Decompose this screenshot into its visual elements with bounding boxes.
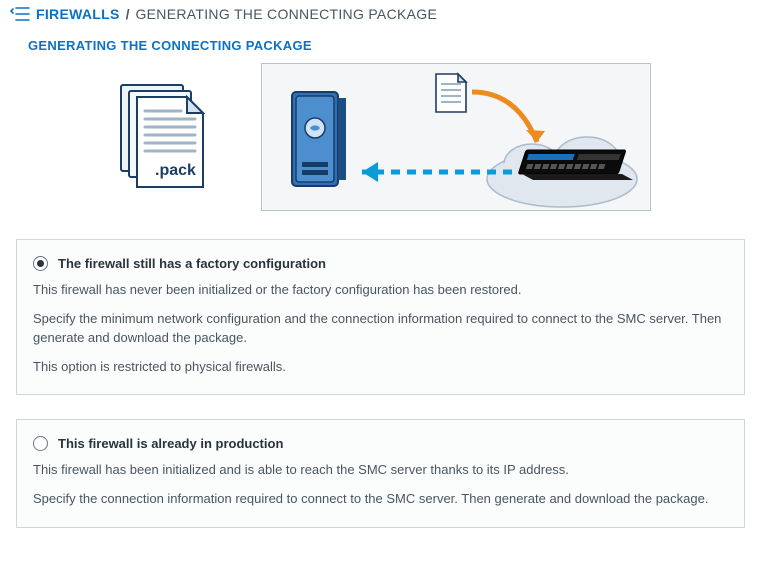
option-title: This firewall is already in production [58,436,283,451]
breadcrumb-current: GENERATING THE CONNECTING PACKAGE [135,6,437,22]
illustration-row: .pack [10,63,751,211]
radio-in-production[interactable] [33,436,48,451]
option-factory-config[interactable]: The firewall still has a factory configu… [16,239,745,395]
pack-label: .pack [155,162,196,179]
breadcrumb-separator: / [126,6,130,22]
breadcrumb-root[interactable]: FIREWALLS [36,6,120,22]
option-in-production[interactable]: This firewall is already in production T… [16,419,745,528]
server-icon [292,92,346,186]
radio-factory-config[interactable] [33,256,48,271]
breadcrumb: FIREWALLS / GENERATING THE CONNECTING PA… [10,6,751,22]
option-title: The firewall still has a factory configu… [58,256,326,271]
option-description: This firewall has never been initialized… [33,281,728,376]
option-description: This firewall has been initialized and i… [33,461,728,509]
arrow-download-icon [472,92,545,142]
firewall-list-icon [10,6,30,22]
connection-diagram [261,63,651,211]
pack-file-icon: .pack [111,77,221,197]
file-icon [436,74,466,112]
section-title: GENERATING THE CONNECTING PACKAGE [28,38,751,53]
